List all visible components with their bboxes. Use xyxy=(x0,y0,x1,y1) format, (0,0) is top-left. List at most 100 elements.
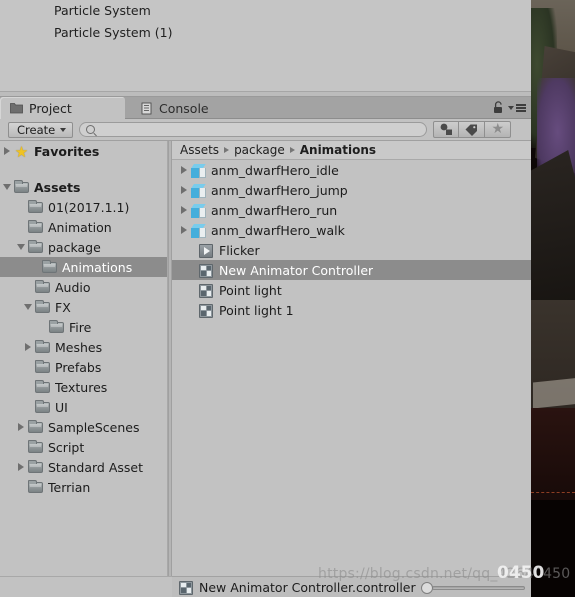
tree-item-ui[interactable]: UI xyxy=(0,397,167,417)
tab-menu-icon[interactable] xyxy=(508,104,526,112)
folder-icon xyxy=(28,219,43,233)
tree-item-standard-asset[interactable]: Standard Asset xyxy=(0,457,167,477)
asset-row[interactable]: anm_dwarfHero_walk xyxy=(172,220,531,240)
breadcrumb-item-package[interactable]: package xyxy=(234,143,285,157)
tree-item-audio[interactable]: Audio xyxy=(0,277,167,297)
tree-item-script[interactable]: Script xyxy=(0,437,167,457)
tab-project[interactable]: Project xyxy=(0,97,125,119)
folder-icon xyxy=(27,439,44,455)
tab-console-label: Console xyxy=(159,100,209,116)
tree-item-terrian[interactable]: Terrian xyxy=(0,477,167,497)
expand-arrow-icon[interactable] xyxy=(14,423,27,431)
tree-item-assets[interactable]: Assets xyxy=(0,177,167,197)
tree-item-samplescenes[interactable]: SampleScenes xyxy=(0,417,167,437)
tree-item-prefabs[interactable]: Prefabs xyxy=(0,357,167,377)
tree-item-label: Animations xyxy=(62,259,133,275)
folder-icon xyxy=(42,259,57,273)
status-bar-label: New Animator Controller.controller xyxy=(199,579,416,595)
collapse-arrow-icon[interactable] xyxy=(21,304,34,310)
favorites-filter-button[interactable]: ★ xyxy=(485,121,512,138)
tab-strip: Project Console xyxy=(0,97,531,119)
statusbar-left-filler xyxy=(0,576,172,597)
hierarchy-panel: Particle System Particle System (1) xyxy=(0,0,531,97)
model-cube-icon xyxy=(190,203,207,218)
type-filter-button[interactable] xyxy=(433,121,460,138)
asset-row[interactable]: anm_dwarfHero_jump xyxy=(172,180,531,200)
tree-item-fx[interactable]: FX xyxy=(0,297,167,317)
folder-icon xyxy=(35,339,50,353)
folder-icon xyxy=(49,319,64,333)
folder-icon xyxy=(35,299,50,313)
tree-item-package[interactable]: package xyxy=(0,237,167,257)
model-cube-icon xyxy=(191,223,206,238)
tree-item-01-2017-1-1-[interactable]: 01(2017.1.1) xyxy=(0,197,167,217)
collapse-arrow-icon[interactable] xyxy=(0,184,13,190)
asset-row[interactable]: Point light 1 xyxy=(172,300,531,320)
search-field[interactable] xyxy=(79,122,428,137)
scene-view-sliver[interactable] xyxy=(531,0,575,597)
search-input[interactable] xyxy=(99,123,421,136)
tree-item-animations[interactable]: Animations xyxy=(0,257,167,277)
expand-arrow-icon[interactable] xyxy=(177,226,190,234)
project-body: ★ Favorites Assets 01(2017.1.1) Animation pac… xyxy=(0,141,531,579)
asset-row-label: anm_dwarfHero_walk xyxy=(211,222,345,238)
hierarchy-item[interactable]: Particle System (1) xyxy=(0,22,531,44)
folder-icon xyxy=(34,379,51,395)
breadcrumb-item-animations[interactable]: Animations xyxy=(300,143,376,157)
asset-row[interactable]: anm_dwarfHero_run xyxy=(172,200,531,220)
project-window: Project Console Create ★ ★ Favorites Ass… xyxy=(0,97,531,597)
hierarchy-item[interactable]: Particle System xyxy=(0,0,531,22)
tree-item-fire[interactable]: Fire xyxy=(0,317,167,337)
expand-arrow-icon[interactable] xyxy=(177,166,190,174)
folder-icon xyxy=(34,339,51,355)
asset-row-label: Flicker xyxy=(219,242,260,258)
console-icon xyxy=(140,102,153,115)
expand-arrow-icon[interactable] xyxy=(0,147,13,155)
folder-icon xyxy=(28,199,43,213)
collapse-arrow-icon[interactable] xyxy=(14,244,27,250)
tree-item-label: Textures xyxy=(55,379,108,395)
tree-item-label: 01(2017.1.1) xyxy=(48,199,130,215)
animator-controller-icon xyxy=(199,303,213,318)
chevron-down-icon xyxy=(60,127,67,132)
folder-icon xyxy=(41,259,58,275)
animator-controller-icon xyxy=(178,580,195,595)
label-filter-button[interactable] xyxy=(459,121,486,138)
breadcrumb-item-assets[interactable]: Assets xyxy=(180,143,219,157)
expand-arrow-icon[interactable] xyxy=(14,463,27,471)
expand-arrow-icon[interactable] xyxy=(177,206,190,214)
tree-item-favorites[interactable]: ★ Favorites xyxy=(0,141,167,161)
zoom-slider[interactable] xyxy=(421,582,525,594)
folder-icon xyxy=(35,399,50,413)
tree-item-meshes[interactable]: Meshes xyxy=(0,337,167,357)
zoom-slider-track[interactable] xyxy=(432,586,525,590)
breadcrumb: Assets package Animations xyxy=(172,141,531,160)
tree-item-label: Assets xyxy=(34,179,81,195)
tree-item-label: package xyxy=(48,239,101,255)
asset-row[interactable]: New Animator Controller xyxy=(172,260,531,280)
panel-divider[interactable] xyxy=(0,91,531,96)
folder-icon xyxy=(27,479,44,495)
chevron-right-icon xyxy=(289,147,295,153)
folder-icon xyxy=(10,102,23,115)
asset-row[interactable]: anm_dwarfHero_idle xyxy=(172,160,531,180)
expand-arrow-icon[interactable] xyxy=(177,186,190,194)
tree-item-textures[interactable]: Textures xyxy=(0,377,167,397)
folder-icon xyxy=(27,199,44,215)
folder-icon xyxy=(28,239,43,253)
lock-icon[interactable] xyxy=(493,101,504,114)
tree-item-animation[interactable]: Animation xyxy=(0,217,167,237)
asset-row[interactable]: Flicker xyxy=(172,240,531,260)
asset-row[interactable]: Point light xyxy=(172,280,531,300)
zoom-slider-knob[interactable] xyxy=(421,582,433,594)
tree-item-label: Meshes xyxy=(55,339,103,355)
model-cube-icon xyxy=(190,223,207,238)
create-button[interactable]: Create xyxy=(8,121,74,138)
expand-arrow-icon[interactable] xyxy=(21,343,34,351)
tree-item-label: Terrian xyxy=(48,479,91,495)
animation-clip-icon xyxy=(199,243,213,258)
star-icon: ★ xyxy=(13,144,30,159)
folder-icon xyxy=(28,459,43,473)
asset-row-label: Point light xyxy=(219,282,282,298)
tab-console[interactable]: Console xyxy=(130,97,223,119)
